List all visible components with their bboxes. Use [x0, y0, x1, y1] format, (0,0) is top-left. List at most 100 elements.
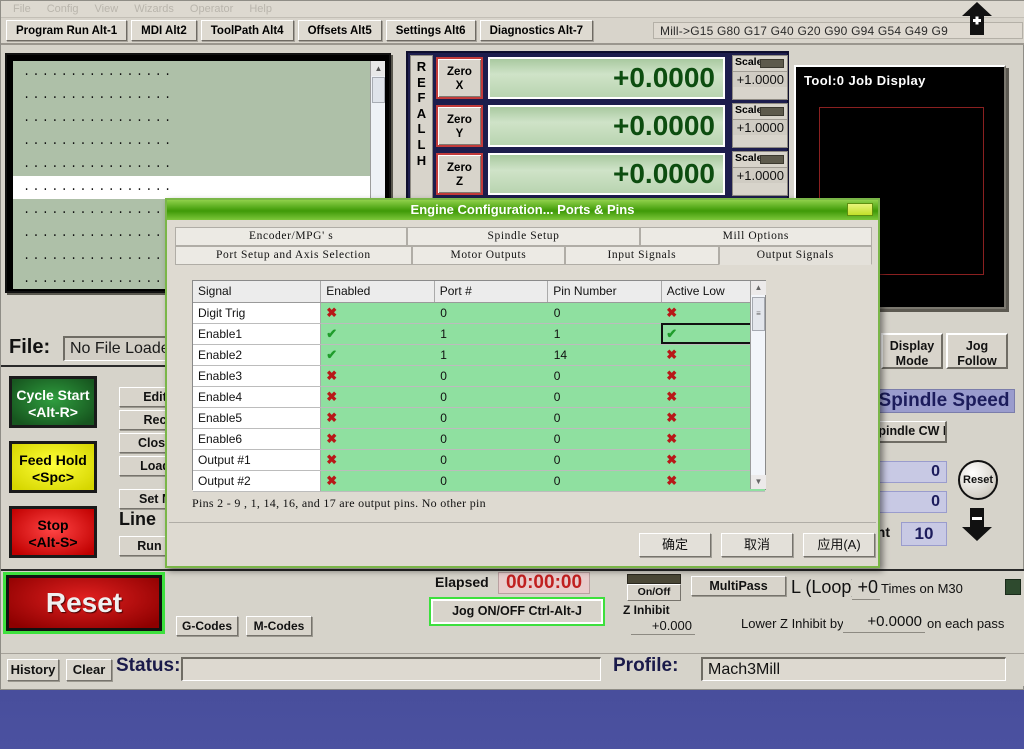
column-header-active-low[interactable]: Active Low	[661, 281, 766, 303]
feed-hold-button[interactable]: Feed Hold <Spc>	[9, 441, 97, 493]
spindle-value-1[interactable]: 0	[879, 461, 947, 483]
column-header-pin-number[interactable]: Pin Number	[547, 281, 662, 303]
cell-enabled[interactable]: ✔	[320, 323, 435, 345]
scrollbar-thumb[interactable]	[372, 77, 385, 103]
cell-pin-number[interactable]: 0	[547, 449, 662, 471]
cell-port-number[interactable]: 0	[434, 428, 548, 450]
tab-settings[interactable]: Settings Alt6	[385, 20, 476, 41]
display-mode-button[interactable]: Display Mode	[881, 333, 943, 369]
onoff-control[interactable]: On/Off	[627, 574, 681, 602]
tab-program-run[interactable]: Program Run Alt-1	[6, 20, 128, 41]
cell-enabled[interactable]: ✖	[320, 449, 435, 471]
cell-enabled[interactable]: ✖	[320, 428, 435, 450]
cell-port-number[interactable]: 0	[434, 365, 548, 387]
cell-enabled[interactable]: ✖	[320, 365, 435, 387]
tab-port-setup-axis-selection[interactable]: Port Setup and Axis Selection	[175, 246, 412, 265]
tab-spindle-setup[interactable]: Spindle Setup	[407, 227, 640, 246]
cell-active-low[interactable]: ✔	[661, 323, 765, 345]
menu-item-file[interactable]: File	[5, 1, 39, 17]
cell-enabled[interactable]: ✖	[320, 470, 435, 492]
cell-active-low[interactable]: ✖	[661, 302, 765, 324]
scrollbar-thumb[interactable]: ≡	[752, 297, 765, 331]
menu-item-view[interactable]: View	[87, 1, 127, 17]
jog-toggle-button[interactable]: Jog ON/OFF Ctrl-Alt-J	[431, 599, 603, 624]
clear-button[interactable]: Clear	[66, 659, 112, 681]
reset-button[interactable]: Reset	[6, 575, 162, 631]
ok-button[interactable]: 确定	[639, 533, 711, 557]
spindle-value-2[interactable]: 0	[879, 491, 947, 513]
tab-toolpath[interactable]: ToolPath Alt4	[200, 20, 294, 41]
dro-value-x[interactable]: +0.0000	[488, 57, 725, 99]
cell-pin-number[interactable]: 14	[547, 344, 662, 366]
history-button[interactable]: History	[7, 659, 59, 681]
apply-button[interactable]: 应用(A)	[803, 533, 875, 557]
table-scrollbar[interactable]: ▲ ≡ ▼	[750, 281, 766, 489]
cell-port-number[interactable]: 0	[434, 470, 548, 492]
table-row[interactable]: Enable5 ✖ 0 0 ✖	[193, 407, 765, 429]
cell-enabled[interactable]: ✖	[320, 386, 435, 408]
cell-enabled[interactable]: ✖	[320, 407, 435, 429]
cell-active-low[interactable]: ✖	[661, 428, 765, 450]
onoff-button[interactable]: On/Off	[627, 584, 681, 601]
stop-button[interactable]: Stop <Alt-S>	[9, 506, 97, 558]
multipass-button[interactable]: MultiPass	[691, 576, 786, 596]
scroll-up-icon[interactable]: ▲	[371, 61, 385, 76]
percent-value[interactable]: 10	[901, 522, 947, 546]
table-row[interactable]: Output #2 ✖ 0 0 ✖	[193, 470, 765, 492]
cell-active-low[interactable]: ✖	[661, 449, 765, 471]
scroll-up-icon[interactable]: ▲	[751, 281, 766, 295]
zero-z-button[interactable]: Zero Z	[436, 153, 483, 195]
cell-pin-number[interactable]: 0	[547, 407, 662, 429]
zero-x-button[interactable]: Zero X	[436, 57, 483, 99]
cycle-start-button[interactable]: Cycle Start <Alt-R>	[9, 376, 97, 428]
zero-y-button[interactable]: Zero Y	[436, 105, 483, 147]
mcodes-button[interactable]: M-Codes	[246, 616, 312, 636]
tab-mdi[interactable]: MDI Alt2	[131, 20, 197, 41]
cell-active-low[interactable]: ✖	[661, 407, 765, 429]
spindle-reset-button[interactable]: Reset	[958, 460, 998, 500]
cell-enabled[interactable]: ✖	[320, 302, 435, 324]
dro-value-y[interactable]: +0.0000	[488, 105, 725, 147]
cell-port-number[interactable]: 0	[434, 449, 548, 471]
z-inhibit-value[interactable]: +0.000	[631, 618, 695, 635]
cell-pin-number[interactable]: 1	[547, 323, 662, 345]
cell-port-number[interactable]: 0	[434, 386, 548, 408]
table-row[interactable]: Enable6 ✖ 0 0 ✖	[193, 428, 765, 450]
column-header-port[interactable]: Port #	[434, 281, 549, 303]
cell-pin-number[interactable]: 0	[547, 470, 662, 492]
tab-motor-outputs[interactable]: Motor Outputs	[411, 246, 566, 265]
menu-item-wizards[interactable]: Wizards	[126, 1, 182, 17]
menu-item-operator[interactable]: Operator	[182, 1, 241, 17]
tab-mill-options[interactable]: Mill Options	[639, 227, 872, 246]
decrease-arrow-icon[interactable]	[956, 506, 998, 542]
loop-count-value[interactable]: +0	[852, 576, 880, 600]
dro-value-z[interactable]: +0.0000	[488, 153, 725, 195]
cell-active-low[interactable]: ✖	[661, 344, 765, 366]
gcodes-button[interactable]: G-Codes	[176, 616, 238, 636]
increase-arrow-icon[interactable]	[956, 1, 998, 37]
cell-enabled[interactable]: ✔	[320, 344, 435, 366]
table-row[interactable]: Enable1 ✔ 1 1 ✔	[193, 323, 765, 345]
table-row[interactable]: Enable4 ✖ 0 0 ✖	[193, 386, 765, 408]
cell-active-low[interactable]: ✖	[661, 386, 765, 408]
tab-offsets[interactable]: Offsets Alt5	[297, 20, 382, 41]
jog-follow-button[interactable]: Jog Follow	[946, 333, 1008, 369]
menu-item-help[interactable]: Help	[241, 1, 280, 17]
scale-value-y[interactable]: +1.0000	[733, 119, 787, 135]
table-row[interactable]: Digit Trig ✖ 0 0 ✖	[193, 302, 765, 324]
lower-z-inhibit-value[interactable]: +0.0000	[843, 613, 925, 633]
table-row[interactable]: Enable2 ✔ 1 14 ✖	[193, 344, 765, 366]
cell-active-low[interactable]: ✖	[661, 470, 765, 492]
cell-pin-number[interactable]: 0	[547, 386, 662, 408]
table-row[interactable]: Output #1 ✖ 0 0 ✖	[193, 449, 765, 471]
scale-value-x[interactable]: +1.0000	[733, 71, 787, 87]
minimize-icon[interactable]	[847, 203, 873, 216]
spindle-cw-button[interactable]: Spindle CW F5	[869, 421, 947, 443]
cell-pin-number[interactable]: 0	[547, 302, 662, 324]
tab-input-signals[interactable]: Input Signals	[565, 246, 719, 265]
menu-item-config[interactable]: Config	[39, 1, 87, 17]
tab-diagnostics[interactable]: Diagnostics Alt-7	[479, 20, 594, 41]
tab-output-signals[interactable]: Output Signals	[718, 246, 872, 265]
cancel-button[interactable]: 取消	[721, 533, 793, 557]
table-row[interactable]: Enable3 ✖ 0 0 ✖	[193, 365, 765, 387]
